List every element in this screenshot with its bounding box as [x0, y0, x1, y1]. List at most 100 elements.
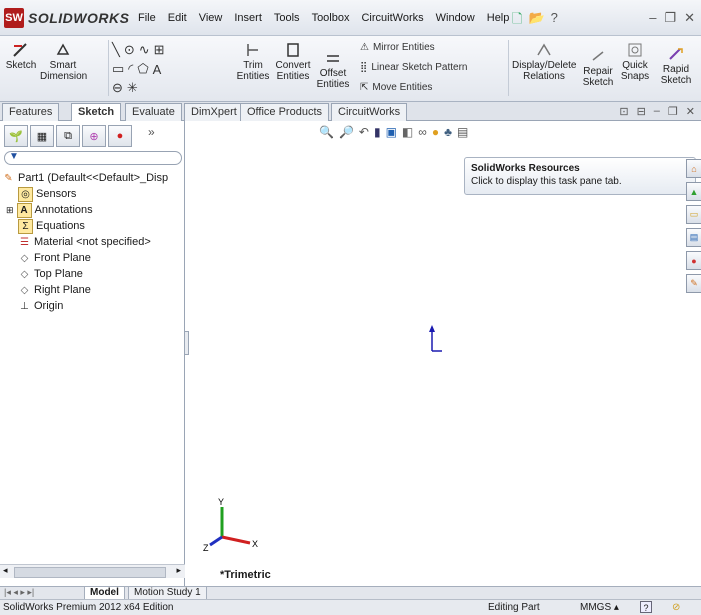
tab-features[interactable]: Features [2, 103, 60, 121]
tree-item-sensors[interactable]: ◎ Sensors [18, 186, 76, 202]
dimxpert-tab-icon[interactable]: ⊕ [82, 125, 106, 147]
point-icon[interactable]: ✳ [127, 80, 138, 96]
panel-collapse-handle[interactable] [184, 331, 189, 355]
tab-dimxpert[interactable]: DimXpert [184, 103, 244, 121]
tab-sketch[interactable]: Sketch [71, 103, 122, 121]
menu-edit[interactable]: Edit [168, 12, 187, 24]
move-entities-button[interactable]: ⇱ Move Entities [360, 82, 432, 93]
menu-toolbox[interactable]: Toolbox [312, 12, 350, 24]
horizontal-scrollbar[interactable]: ◂ ▸ [0, 564, 185, 578]
previous-view-icon[interactable]: ↶ [359, 125, 369, 139]
appearances-icon[interactable]: ● [686, 251, 701, 270]
mirror-entities-button[interactable]: ⚠ Mirror Entities [360, 42, 435, 53]
scroll-right-icon[interactable]: ▸ [176, 565, 181, 576]
display-manager-tab-icon[interactable]: ● [108, 125, 132, 147]
offset-icon [327, 55, 339, 62]
design-library-icon[interactable]: ▲ [686, 182, 701, 201]
shape-tools[interactable]: ▭ ◜ ⬠ A [112, 61, 161, 77]
rectangle-icon[interactable]: ▭ [112, 61, 124, 77]
quick-access-toolbar: 🗋 📂 ? [512, 10, 558, 32]
rebuild-icon[interactable]: ⊘ [672, 600, 680, 615]
sketch-button[interactable]: Sketch [4, 42, 38, 71]
tile-icon[interactable]: ⊡ [619, 105, 628, 118]
help-icon[interactable]: ? [551, 10, 558, 32]
line-icon[interactable]: ╲ [112, 42, 120, 58]
units-selector[interactable]: MMGS ▴ [580, 600, 619, 615]
menu-tools[interactable]: Tools [274, 12, 300, 24]
separator [508, 40, 509, 96]
menu-insert[interactable]: Insert [234, 12, 262, 24]
restore-icon[interactable]: ❐ [664, 10, 676, 26]
expand-chevron-icon[interactable]: » [148, 125, 155, 147]
tab-evaluate[interactable]: Evaluate [125, 103, 182, 121]
configuration-manager-tab-icon[interactable]: ⧉ [56, 125, 80, 147]
relations-icon [537, 43, 551, 56]
tab-circuitworks[interactable]: CircuitWorks [331, 103, 408, 121]
smart-dimension-button[interactable]: Smart Dimension [40, 42, 87, 82]
expand-icon[interactable]: ⊞ [6, 205, 14, 216]
feature-tree-tab-icon[interactable]: 🌱 [4, 125, 28, 147]
restore-icon[interactable]: ❐ [668, 105, 678, 118]
circle-icon[interactable]: ⊙ [124, 42, 135, 58]
tree-item-equations[interactable]: Σ Equations [18, 218, 85, 234]
tree-item-front-plane[interactable]: ◇ Front Plane [18, 250, 91, 266]
tree-item-annotations[interactable]: ⊞ A Annotations [6, 202, 93, 218]
convert-entities-button[interactable]: Convert Entities [272, 42, 314, 82]
help-icon[interactable]: ? [640, 601, 652, 613]
polygon-icon[interactable]: ⬠ [137, 61, 148, 77]
tree-filter-input[interactable]: ▼ [4, 151, 182, 165]
view-window-controls: ⊡ ⊟ – ❐ ✕ [619, 105, 695, 118]
nav-arrows-icon[interactable]: |◂ ◂ ▸ ▸| [4, 587, 34, 598]
spline-icon[interactable]: ∿ [139, 42, 150, 58]
repair-sketch-button[interactable]: Repair Sketch [580, 48, 616, 88]
custom-properties-icon[interactable]: ✎ [686, 274, 701, 293]
tab-office-products[interactable]: Office Products [240, 103, 329, 121]
hide-show-icon[interactable]: ∞ [418, 125, 427, 139]
close-icon[interactable]: ✕ [686, 105, 695, 118]
menu-window[interactable]: Window [436, 12, 475, 24]
text-icon[interactable]: A [153, 62, 162, 77]
open-icon[interactable]: 📂 [528, 10, 544, 32]
display-delete-relations-button[interactable]: Display/Delete Relations [512, 42, 576, 82]
close-icon[interactable]: ✕ [684, 10, 695, 26]
linear-pattern-button[interactable]: ⣿ Linear Sketch Pattern [360, 62, 468, 73]
menu-file[interactable]: File [138, 12, 156, 24]
tree-item-right-plane[interactable]: ◇ Right Plane [18, 282, 91, 298]
view-settings-icon[interactable]: ▤ [457, 125, 468, 139]
minimize-icon[interactable]: – [649, 10, 656, 26]
graphics-area[interactable]: ⊡ ⊟ – ❐ ✕ 🔍 🔎 ↶ ▮ ▣ ◧ ∞ ● ♣ ▤ SolidWorks… [184, 105, 701, 586]
display-style-icon[interactable]: ◧ [402, 125, 413, 139]
arc-icon[interactable]: ◜ [128, 61, 133, 77]
tree-item-origin[interactable]: ⊥ Origin [18, 298, 63, 314]
scroll-left-icon[interactable]: ◂ [3, 565, 8, 576]
slot-icon[interactable]: ⊖ [112, 80, 123, 96]
file-explorer-icon[interactable]: ▭ [686, 205, 701, 224]
property-manager-tab-icon[interactable]: ▦ [30, 125, 54, 147]
zoom-to-fit-icon[interactable]: 🔍 [319, 125, 334, 139]
view-palette-icon[interactable]: ▤ [686, 228, 701, 247]
section-view-icon[interactable]: ▮ [374, 125, 381, 139]
tree-item-top-plane[interactable]: ◇ Top Plane [18, 266, 83, 282]
menu-list: File Edit View Insert Tools Toolbox Circ… [138, 12, 509, 24]
offset-entities-button[interactable]: Offset Entities [316, 50, 350, 90]
line-tools[interactable]: ╲ ⊙ ∿ ⊞ [112, 42, 165, 58]
quick-snaps-button[interactable]: Quick Snaps [618, 42, 652, 82]
view-orientation-icon[interactable]: ▣ [386, 125, 397, 139]
rapid-sketch-button[interactable]: Rapid Sketch [656, 46, 696, 86]
grid-icon[interactable]: ⊞ [154, 42, 165, 58]
solidworks-resources-icon[interactable]: ⌂ [686, 159, 701, 178]
trim-entities-button[interactable]: Trim Entities [236, 42, 270, 82]
tile-horizontal-icon[interactable]: ⊟ [637, 105, 646, 118]
slot-tools[interactable]: ⊖ ✳ [112, 80, 138, 96]
menu-circuitworks[interactable]: CircuitWorks [361, 12, 423, 24]
scroll-thumb[interactable] [14, 567, 166, 578]
menu-help[interactable]: Help [487, 12, 510, 24]
scene-icon[interactable]: ♣ [444, 125, 452, 139]
minimize-icon[interactable]: – [654, 105, 660, 118]
tree-item-material[interactable]: ☰ Material <not specified> [18, 234, 151, 250]
zoom-to-area-icon[interactable]: 🔎 [339, 125, 354, 139]
appearance-icon[interactable]: ● [432, 125, 439, 139]
new-document-icon[interactable]: 🗋 [512, 10, 522, 32]
tree-root[interactable]: ✎ Part1 (Default<<Default>_Disp [2, 170, 168, 186]
menu-view[interactable]: View [199, 12, 223, 24]
